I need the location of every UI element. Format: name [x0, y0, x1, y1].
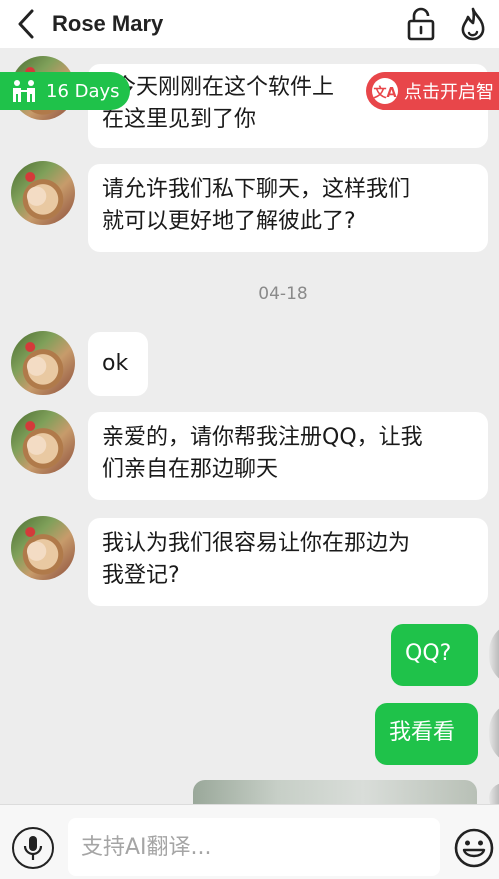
message-line: 请允许我们私下聊天，这样我们	[102, 177, 411, 202]
header-actions	[395, 0, 499, 48]
input-bar	[0, 804, 499, 879]
days-badge[interactable]: 16 Days	[0, 72, 130, 110]
chat-area[interactable]: 今天刚刚在这个软件上 在这里见到了你 请允许我们私下聊天，这样我们 就可以更好地…	[0, 48, 499, 804]
couple-icon	[13, 80, 35, 102]
flame-button[interactable]	[447, 0, 499, 48]
back-button[interactable]	[0, 0, 52, 48]
message-bubble-incoming[interactable]: 亲爱的，请你帮我注册QQ，让我 们亲自在那边聊天	[88, 412, 488, 500]
message-line: 们亲自在那边聊天	[102, 457, 279, 482]
message-bubble-outgoing[interactable]: 我看看	[375, 703, 478, 765]
lock-button[interactable]	[395, 0, 447, 48]
my-avatar[interactable]	[489, 701, 499, 765]
message-bubble-incoming[interactable]: 我认为我们很容易让你在那边为 我登记?	[88, 518, 488, 606]
message-bubble-outgoing[interactable]: QQ?	[391, 624, 478, 686]
microphone-icon	[23, 836, 43, 860]
contact-avatar[interactable]	[11, 516, 75, 580]
voice-button[interactable]	[12, 827, 54, 869]
translate-toggle[interactable]: 文A 点击开启智	[366, 72, 499, 110]
lock-icon	[407, 7, 435, 41]
contact-name: Rose Mary	[52, 11, 164, 36]
translate-icon: 文A	[372, 78, 398, 104]
my-avatar[interactable]	[489, 783, 499, 804]
translate-label: 点击开启智	[404, 82, 494, 103]
message-line: 就可以更好地了解彼此了?	[102, 209, 356, 234]
emoji-icon	[454, 828, 494, 868]
emoji-button[interactable]	[453, 827, 495, 869]
my-avatar[interactable]	[489, 622, 499, 686]
days-count: 16 Days	[46, 80, 120, 102]
back-arrow-icon	[18, 9, 34, 39]
message-input[interactable]	[68, 818, 440, 876]
message-line: 我认为我们很容易让你在那边为	[102, 531, 411, 556]
message-bubble-incoming[interactable]: 请允许我们私下聊天，这样我们 就可以更好地了解彼此了?	[88, 164, 488, 252]
date-separator: 04-18	[258, 284, 308, 304]
contact-avatar[interactable]	[11, 410, 75, 474]
contact-avatar[interactable]	[11, 161, 75, 225]
chat-header: Rose Mary	[0, 0, 499, 48]
message-line: 我登记?	[102, 563, 180, 588]
image-message[interactable]	[193, 780, 477, 804]
flame-icon	[461, 7, 485, 41]
message-line: 亲爱的，请你帮我注册QQ，让我	[102, 425, 423, 450]
contact-avatar[interactable]	[11, 331, 75, 395]
message-bubble-incoming[interactable]: ok	[88, 332, 148, 396]
